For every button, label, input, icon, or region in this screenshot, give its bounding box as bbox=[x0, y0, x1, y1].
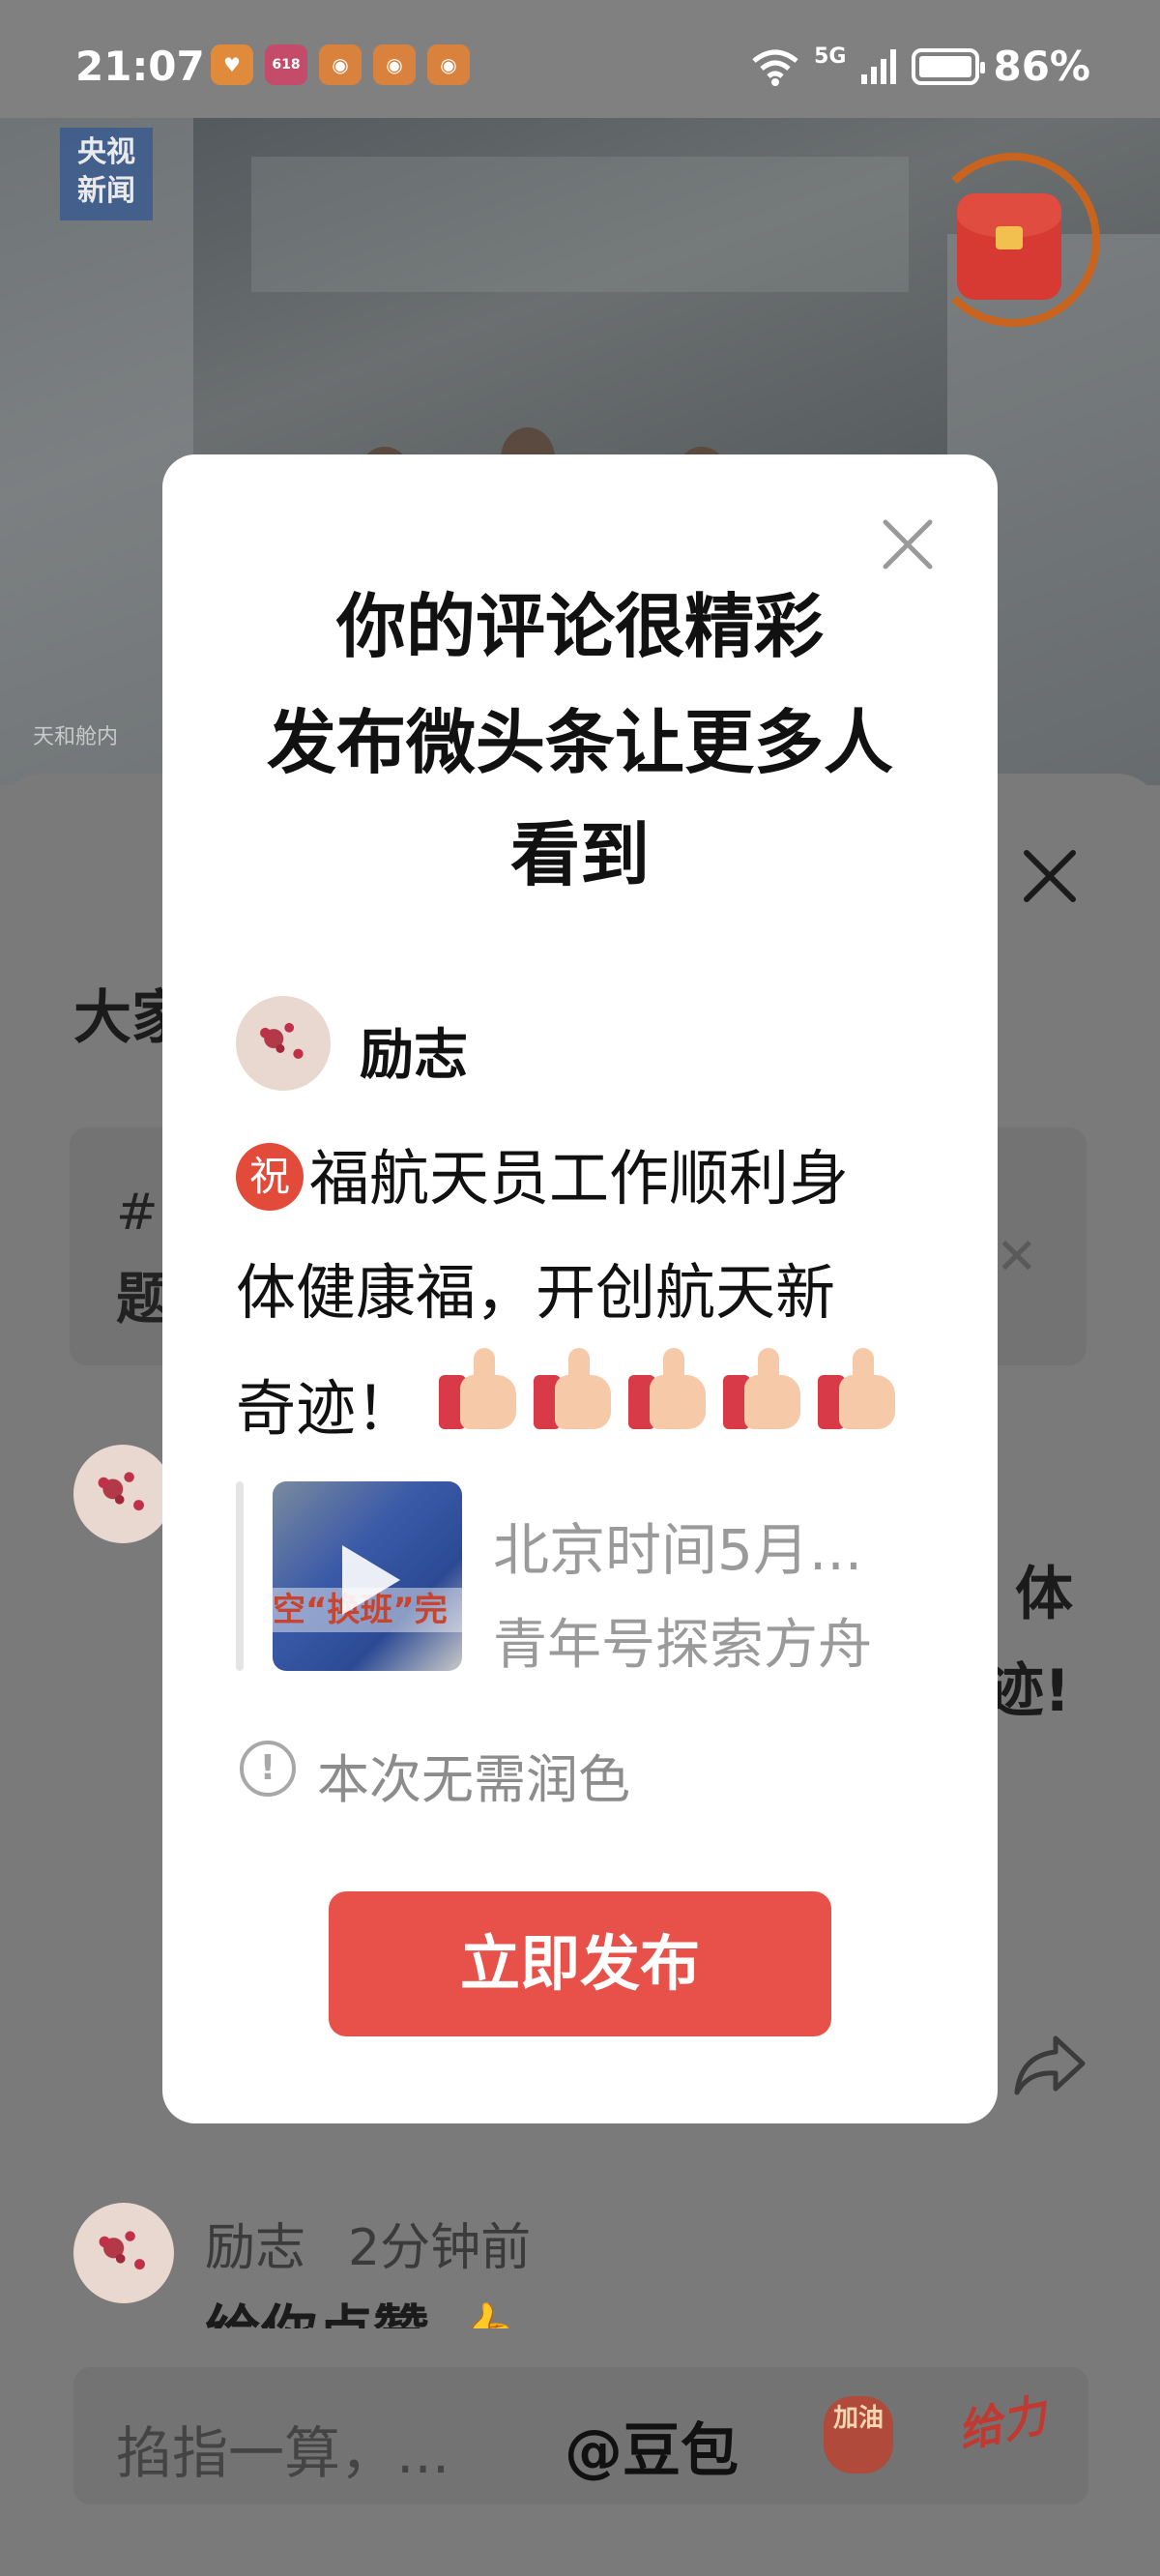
status-time: 21:07 bbox=[75, 43, 205, 90]
mention-doubao-button[interactable]: @豆包 bbox=[565, 2404, 739, 2488]
thumbs-up-icon bbox=[534, 1348, 611, 1429]
app-icon: ◉ bbox=[373, 44, 416, 85]
reply-username[interactable]: 励志 bbox=[205, 2207, 305, 2279]
close-icon[interactable] bbox=[1015, 841, 1085, 911]
publish-now-button[interactable]: 立即发布 bbox=[329, 1891, 831, 2036]
status-bar: 21:07 ♥ 618 ◉ ◉ ◉ 5G 86% bbox=[0, 0, 1160, 118]
video-caption: 天和舱内 bbox=[33, 725, 119, 749]
thumbs-up-icon bbox=[439, 1348, 516, 1429]
comment-text-fragment: 体 bbox=[1015, 1561, 1073, 1628]
quote-divider bbox=[236, 1481, 244, 1671]
topic-close-icon[interactable]: ✕ bbox=[996, 1228, 1038, 1286]
battery-percent: 86% bbox=[993, 43, 1090, 90]
red-packet-seal bbox=[996, 226, 1023, 249]
play-icon bbox=[342, 1545, 400, 1615]
comment-input-placeholder[interactable]: 掐指一算，... bbox=[116, 2408, 450, 2489]
jiayou-sticker-button[interactable]: 加油 bbox=[824, 2396, 893, 2474]
polish-notice: 本次无需润色 bbox=[317, 1749, 630, 1810]
dialog-title-line3: 看到 bbox=[509, 814, 650, 895]
dialog-content-line2: 体健康福，开创航天新 bbox=[236, 1257, 836, 1328]
cctv-news-logo: 央视 新闻 bbox=[60, 128, 153, 220]
signal-icon bbox=[861, 48, 897, 84]
comment-text-fragment: 迹! bbox=[986, 1657, 1071, 1725]
app-icon: ◉ bbox=[319, 44, 362, 85]
battery-icon bbox=[912, 47, 986, 85]
dialog-content-line3: 奇迹！ bbox=[236, 1373, 417, 1444]
thumbs-up-emoji-group bbox=[439, 1348, 895, 1429]
quoted-article-source: 青年号探索方舟 bbox=[493, 1614, 872, 1677]
red-packet-icon[interactable] bbox=[957, 193, 1061, 300]
dialog-title-line1: 你的评论很精彩 bbox=[335, 586, 824, 667]
618-app-icon: 618 bbox=[265, 44, 307, 85]
thumbs-up-icon bbox=[723, 1348, 800, 1429]
dialog-content-line1: 祝福航天员工作顺利身 bbox=[236, 1129, 849, 1216]
info-icon: ! bbox=[240, 1741, 296, 1797]
quoted-article-title: 北京时间5月... bbox=[493, 1517, 863, 1583]
thumbs-up-icon bbox=[628, 1348, 706, 1429]
wifi-icon bbox=[752, 49, 798, 86]
zhu-badge-icon: 祝 bbox=[236, 1142, 304, 1211]
topic-icon: # bbox=[116, 1184, 159, 1242]
thumbs-up-icon bbox=[818, 1348, 895, 1429]
dialog-content-text: 福航天员工作顺利身 bbox=[309, 1143, 850, 1214]
avatar[interactable] bbox=[73, 2203, 174, 2303]
share-icon[interactable] bbox=[1013, 2033, 1087, 2096]
avatar bbox=[236, 996, 331, 1091]
status-right: 5G 86% bbox=[750, 43, 1090, 90]
quoted-video-thumbnail: 空“换班”完 bbox=[273, 1481, 462, 1671]
reply-timestamp: 2分钟前 bbox=[348, 2219, 532, 2277]
network-type: 5G bbox=[814, 44, 847, 69]
video-scene-wall bbox=[251, 157, 909, 292]
status-app-icons: ♥ 618 ◉ ◉ ◉ bbox=[211, 44, 470, 85]
app-icon: ◉ bbox=[427, 44, 470, 85]
avatar[interactable] bbox=[73, 1445, 172, 1543]
heart-app-icon: ♥ bbox=[211, 44, 253, 85]
close-icon[interactable] bbox=[880, 516, 936, 572]
dialog-username: 励志 bbox=[360, 1024, 468, 1087]
jiayou-sticker-label: 加油 bbox=[832, 2404, 884, 2433]
reply-text: 给你点赞 👍 bbox=[205, 2286, 518, 2328]
dialog-title-line2: 发布微头条让更多人 bbox=[266, 702, 893, 783]
